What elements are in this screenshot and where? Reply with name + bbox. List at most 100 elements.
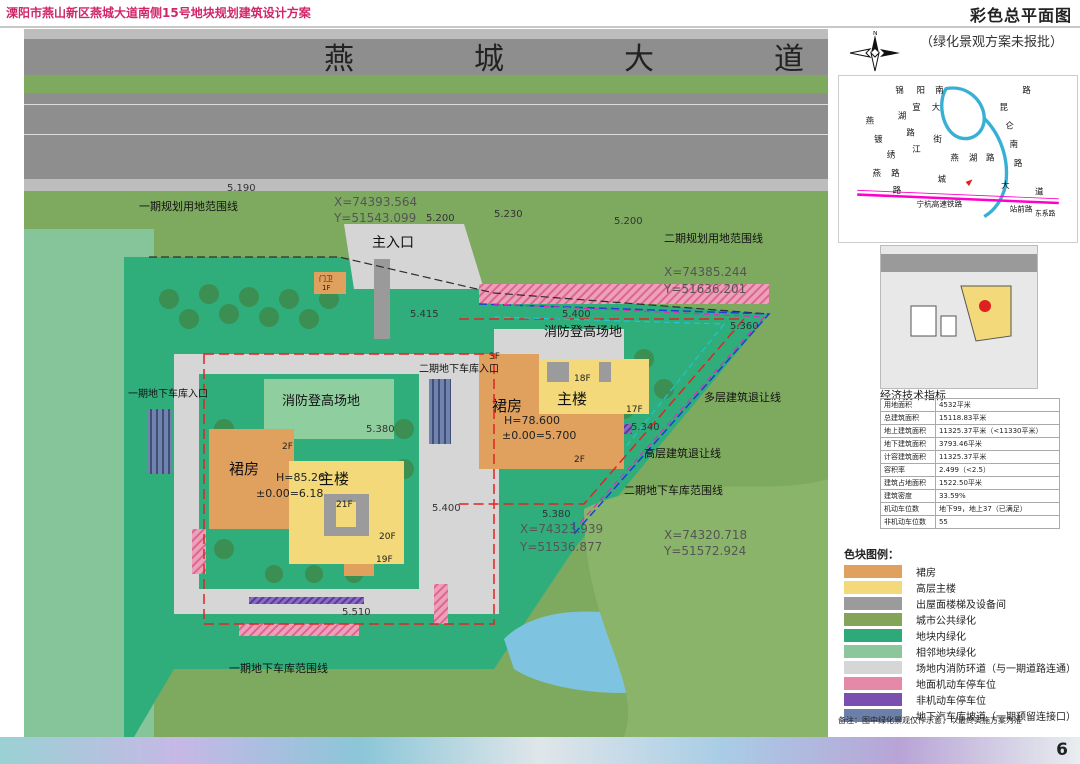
- svg-text:宣: 宣: [912, 102, 920, 112]
- svg-text:5.400: 5.400: [432, 503, 461, 514]
- label-fire-area-1: 消防登高场地: [282, 393, 360, 409]
- svg-text:街: 街: [933, 134, 942, 144]
- garage-ramp-1: [148, 409, 172, 474]
- svg-text:江: 江: [912, 144, 921, 154]
- svg-text:仑: 仑: [1005, 121, 1014, 131]
- svg-text:路: 路: [1022, 85, 1031, 95]
- project-title: 溧阳市燕山新区燕城大道南侧15号地块规划建筑设计方案: [6, 6, 311, 20]
- panel-title: 彩色总平面图: [969, 6, 1072, 25]
- eco-value: 33.59%: [934, 489, 1061, 503]
- svg-text:5.380: 5.380: [366, 424, 395, 435]
- b1-podium-label: 裙房: [229, 460, 259, 478]
- svg-text:阳: 阳: [917, 85, 925, 95]
- label-garage-boundary-1: 一期地下车库范围线: [229, 661, 328, 675]
- label-garage-boundary-2: 二期地下车库范围线: [624, 483, 723, 497]
- eco-key: 建筑密度: [880, 489, 936, 503]
- svg-text:路: 路: [893, 185, 902, 195]
- legend-label: 裙房: [916, 567, 936, 579]
- eco-row: 总建筑面积 15118.83平米: [880, 411, 1061, 425]
- legend-label: 城市公共绿化: [916, 615, 976, 627]
- legend-label: 高层主楼: [916, 583, 956, 595]
- svg-text:燕: 燕: [872, 168, 881, 178]
- eco-value: 15118.83平米: [934, 411, 1061, 425]
- eco-row: 机动车位数 地下99，地上37（已满足）: [880, 502, 1061, 516]
- svg-text:5.190: 5.190: [227, 183, 256, 194]
- svg-text:站前路: 站前路: [1010, 204, 1033, 214]
- svg-text:Y=51536.877: Y=51536.877: [519, 540, 602, 554]
- b2-floor-c: 17F: [626, 405, 643, 415]
- eco-row: 地上建筑面积 11325.37平米（<11330平米）: [880, 424, 1061, 438]
- eco-key: 地上建筑面积: [880, 424, 936, 438]
- svg-text:路: 路: [906, 127, 915, 137]
- svg-text:路: 路: [891, 168, 900, 178]
- bike-parking: [249, 597, 364, 604]
- subtitle: （绿化景观方案未报批）: [920, 35, 1064, 50]
- svg-text:5.230: 5.230: [494, 209, 523, 220]
- label-main-entrance: 主入口: [372, 235, 414, 251]
- label-garage-entry-1: 一期地下车库入口: [128, 387, 208, 400]
- label-phase2-boundary: 二期规划用地范围线: [664, 231, 763, 245]
- north-arrow-icon: N: [849, 31, 900, 72]
- footer-bar: 6: [0, 737, 1080, 764]
- svg-text:南: 南: [935, 85, 943, 95]
- svg-text:大: 大: [1001, 180, 1010, 190]
- svg-text:南: 南: [1010, 139, 1018, 149]
- location-map: 锦阳 南路 昆仑 南路 燕湖 路镀 绣路 宣大 江街 燕湖 路燕 城大 道路 宁…: [838, 75, 1078, 243]
- eco-table: 用地面积 4532平米 总建筑面积 15118.83平米 地上建筑面积 11325.37平…: [880, 398, 1061, 529]
- b2-podium-label: 裙房: [492, 397, 522, 415]
- eco-key: 地下建筑面积: [880, 437, 936, 451]
- gate-label: 门卫: [319, 274, 333, 283]
- b2-floor-b: 18F: [574, 374, 591, 384]
- b2-height: H=78.600: [504, 414, 560, 427]
- svg-text:湖: 湖: [969, 153, 977, 163]
- svg-text:东系路: 东系路: [1035, 209, 1056, 218]
- svg-text:5.200: 5.200: [614, 216, 643, 227]
- eco-value: 11325.37平米: [934, 450, 1061, 464]
- legend-title: 色块图例：: [844, 548, 899, 561]
- eco-row: 用地面积 4532平米: [880, 398, 1061, 412]
- eco-value: 3793.46平米: [934, 437, 1061, 451]
- eco-key: 建筑占地面积: [880, 476, 936, 490]
- legend-item: 裙房: [844, 564, 936, 579]
- svg-text:Y=51636.201: Y=51636.201: [663, 282, 746, 296]
- b1-floor-a: 2F: [282, 442, 293, 452]
- eco-value: 55: [934, 515, 1061, 529]
- eco-value: 2.499（<2.5）: [934, 463, 1061, 477]
- garage-ramp-2: [429, 379, 451, 444]
- eco-value: 4532平米: [934, 398, 1061, 412]
- legend-label: 相邻地块绿化: [916, 647, 976, 659]
- eco-row: 非机动车位数 55: [880, 515, 1061, 529]
- legend-item: 出屋面楼梯及设备间: [844, 596, 1006, 611]
- legend-swatch: [844, 628, 902, 642]
- legend-label: 出屋面楼梯及设备间: [916, 599, 1006, 611]
- svg-text:5.360: 5.360: [730, 321, 759, 332]
- gate-floor: 1F: [322, 284, 330, 292]
- svg-text:5.380: 5.380: [542, 509, 571, 520]
- svg-text:X=74385.244: X=74385.244: [664, 265, 747, 279]
- legend-label: 地面机动车停车位: [916, 679, 996, 691]
- side-panel: （绿化景观方案未报批） N 锦阳 南路 昆仑 南路 燕湖 路镀 绣路 宣大 江街…: [832, 29, 1080, 737]
- b1-height: H=85.26: [276, 471, 325, 484]
- svg-text:N: N: [873, 31, 878, 37]
- page-number: 6: [1056, 740, 1068, 760]
- eco-key: 机动车位数: [880, 502, 936, 516]
- legend-swatch: [844, 660, 902, 674]
- legend-item: 非机动车停车位: [844, 692, 986, 707]
- eco-key: 计容建筑面积: [880, 450, 936, 464]
- svg-text:X=74323.939: X=74323.939: [520, 522, 603, 536]
- legend-swatch: [844, 644, 902, 658]
- svg-text:路: 路: [1014, 158, 1023, 168]
- eco-row: 地下建筑面积 3793.46平米: [880, 437, 1061, 451]
- svg-text:绣: 绣: [887, 149, 896, 159]
- svg-text:大: 大: [932, 102, 941, 112]
- label-setback-multi: 多层建筑退让线: [704, 390, 781, 404]
- legend-item: 地块内绿化: [844, 628, 966, 643]
- svg-text:5.510: 5.510: [342, 607, 371, 618]
- b1-floor-top: 21F: [336, 500, 353, 510]
- label-setback-high: 高层建筑退让线: [644, 446, 721, 460]
- legend-swatch: [844, 612, 902, 626]
- svg-text:X=74320.718: X=74320.718: [664, 528, 747, 542]
- svg-text:湖: 湖: [898, 110, 906, 120]
- svg-text:锦: 锦: [895, 85, 903, 95]
- eco-row: 计容建筑面积 11325.37平米: [880, 450, 1061, 464]
